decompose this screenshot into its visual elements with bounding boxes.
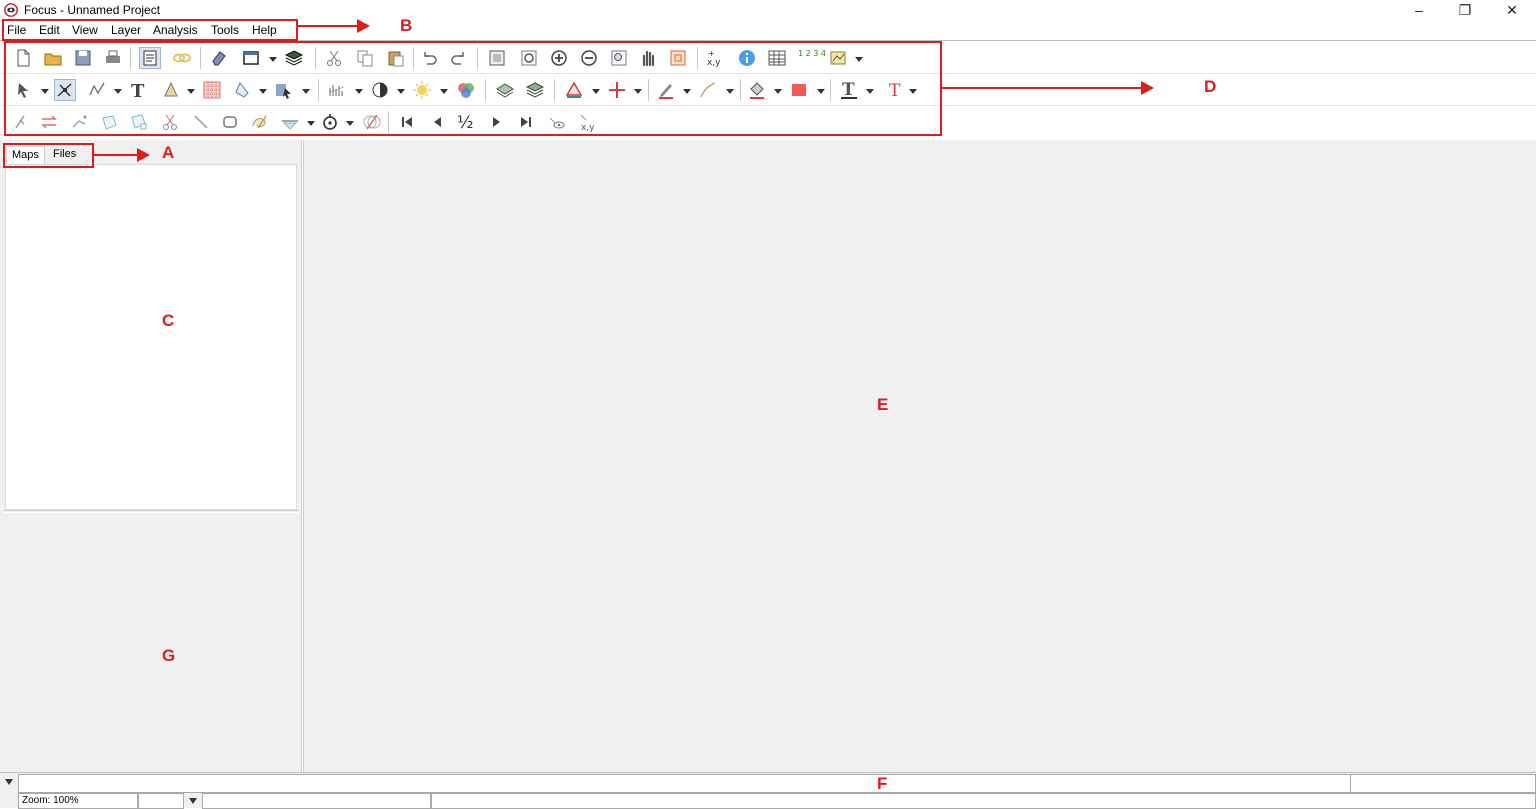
status-field-3 (202, 793, 431, 809)
annotation-label-f: F (877, 774, 888, 793)
status-dropdown-arrow[interactable] (189, 798, 197, 806)
annotation-arrowhead-b (357, 19, 370, 33)
restore-button[interactable]: ❐ (1442, 0, 1488, 20)
annotation-arrow-b (298, 25, 358, 27)
status-field-2 (138, 793, 184, 809)
left-panel: Maps Files (0, 140, 302, 772)
annotation-box-b (2, 19, 298, 41)
annotation-box-a (3, 143, 94, 168)
annotation-label-d: D (1204, 77, 1217, 96)
title-bar: Focus - Unnamed Project – ❐ ✕ (0, 0, 1536, 20)
annotation-label-a: A (162, 143, 175, 162)
annotation-label-e: E (877, 395, 889, 414)
panel-splitter[interactable] (3, 510, 299, 513)
annotation-label-c: C (162, 311, 175, 330)
status-aux-field (1350, 774, 1536, 793)
map-view-area[interactable] (303, 140, 1536, 772)
app-eye-icon (4, 3, 18, 17)
window-title: Focus - Unnamed Project (24, 3, 161, 17)
status-collapse-arrow[interactable] (5, 779, 13, 787)
close-button[interactable]: ✕ (1489, 0, 1535, 20)
annotation-arrow-a (94, 154, 138, 156)
status-area: Zoom: 100% (0, 772, 1536, 809)
minimize-button[interactable]: – (1396, 0, 1442, 20)
annotation-arrow-d (942, 87, 1142, 89)
annotation-box-d (4, 41, 942, 136)
annotation-arrowhead-d (1141, 81, 1154, 95)
status-field-4 (431, 793, 1536, 809)
annotation-label-g: G (162, 646, 176, 665)
status-message-field (18, 774, 1351, 793)
annotation-label-b: B (400, 16, 413, 35)
annotation-arrowhead-a (137, 148, 150, 162)
zoom-status: Zoom: 100% (18, 793, 138, 809)
maps-list-pane[interactable] (5, 164, 297, 510)
